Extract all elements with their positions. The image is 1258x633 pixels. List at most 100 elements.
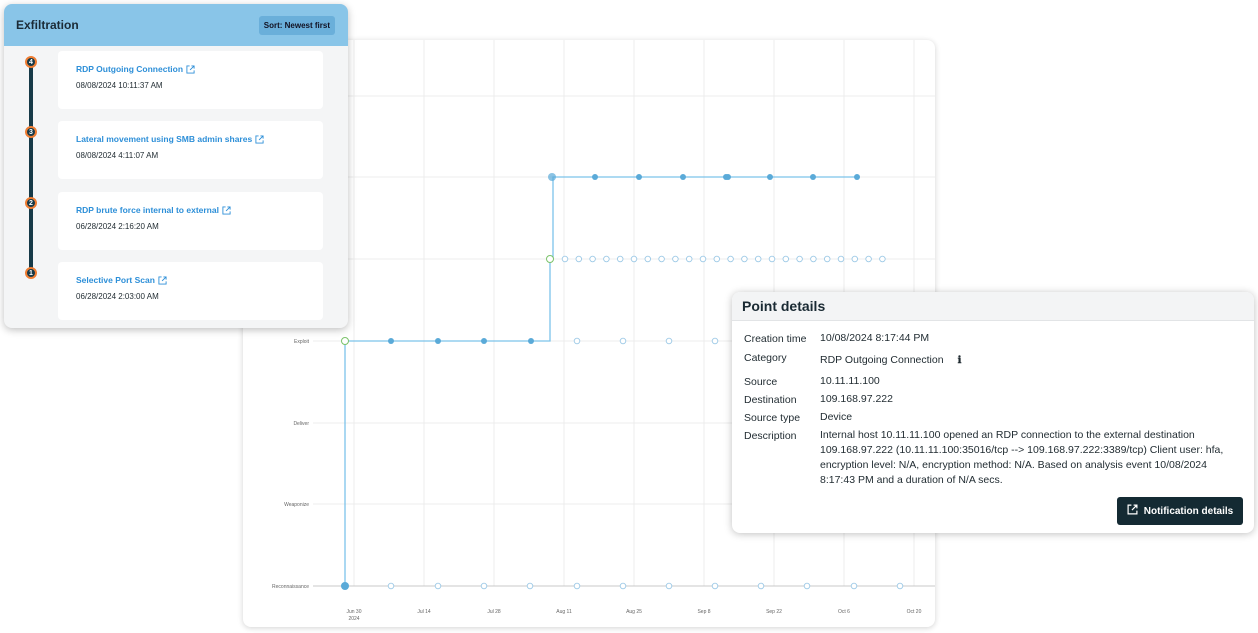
chart-point-hollow: [727, 255, 734, 263]
x-tick-label: Sep 8: [697, 609, 710, 615]
source-label: Source: [744, 376, 778, 388]
destination-value: 109.168.97.222: [820, 393, 893, 405]
chart-point: [854, 174, 860, 180]
panel-title: Exfiltration: [16, 18, 79, 32]
description-value: Internal host 10.11.11.100 opened an RDP…: [820, 428, 1250, 488]
category-value-row: RDP Outgoing Connection ℹ: [820, 353, 961, 368]
chart-point-hollow: [851, 255, 859, 263]
event-time: 08/08/2024 4:11:07 AM: [76, 151, 159, 160]
chart-point-hollow: [810, 255, 817, 263]
notification-details-button[interactable]: Notification details: [1117, 497, 1243, 525]
chart-point-hollow: [616, 255, 624, 263]
timeline-line: [29, 66, 33, 274]
chart-point-hollow: [713, 255, 721, 263]
chart-point-hollow: [603, 255, 610, 263]
chart-point-selected: [341, 337, 349, 345]
event-link[interactable]: RDP brute force internal to external: [76, 205, 231, 215]
chart-point: [725, 174, 731, 180]
event-card[interactable]: Lateral movement using SMB admin shares …: [58, 121, 323, 179]
y-tick-label: Exploit: [294, 339, 310, 345]
description-line: Internal host 10.11.11.100 opened an RDP…: [820, 429, 1195, 441]
chart-point-hollow: [526, 582, 534, 590]
chart-point-hollow: [589, 255, 596, 263]
chart-point-hollow: [665, 337, 673, 345]
info-icon[interactable]: ℹ: [958, 355, 962, 366]
external-link-icon: [186, 64, 195, 74]
chart-point-hollow: [896, 582, 904, 590]
source-value: 10.11.11.100: [820, 375, 880, 387]
step-marker: 2: [25, 197, 37, 209]
chart-point-hollow: [619, 337, 627, 345]
chart-point-hollow: [699, 255, 707, 263]
category-label: Category: [744, 352, 787, 364]
source-type-value: Device: [820, 411, 853, 423]
x-tick-label: Aug 11: [556, 609, 572, 615]
chart-point-origin: [341, 582, 349, 590]
description-line: 8:17:43 PM and a duration of N/A secs.: [820, 474, 1003, 486]
category-value: RDP Outgoing Connection: [820, 354, 944, 366]
chart-point-hollow: [561, 255, 569, 263]
chart-point-hollow: [782, 255, 790, 263]
chart-point-hollow: [754, 255, 762, 263]
y-tick-label: Reconnaissance: [272, 584, 309, 590]
event-link[interactable]: Selective Port Scan: [76, 275, 167, 285]
event-title: RDP Outgoing Connection: [76, 64, 184, 74]
event-card[interactable]: Selective Port Scan 06/28/2024 2:03:00 A…: [58, 262, 323, 320]
source-type-label: Source type: [744, 412, 801, 424]
exfiltration-panel: Exfiltration Sort: Newest first 4 RDP Ou…: [4, 4, 348, 328]
x-tick-label: Sep 22: [766, 609, 782, 615]
x-tick-year: 2024: [348, 616, 359, 622]
chart-point-hollow: [644, 255, 652, 263]
external-link-icon: [1127, 504, 1138, 518]
notification-details-label: Notification details: [1143, 505, 1234, 517]
y-tick-label: Deliver: [293, 421, 309, 427]
chart-point-hollow: [387, 582, 395, 590]
creation-time-label: Creation time: [744, 333, 807, 345]
point-details-panel: Point details Creation time 10/08/2024 8…: [732, 292, 1254, 533]
event-card[interactable]: RDP brute force internal to external 06/…: [58, 192, 323, 250]
chart-point-hollow: [575, 255, 583, 263]
chart-point: [388, 338, 394, 344]
exfiltration-header: Exfiltration Sort: Newest first: [4, 4, 348, 46]
description-line: 109.168.97.222 (10.11.11.100:35016/tcp -…: [820, 444, 1224, 456]
event-title: RDP brute force internal to external: [76, 205, 219, 215]
event-title: Lateral movement using SMB admin shares: [76, 134, 253, 144]
chart-point-hollow: [850, 582, 858, 590]
chart-point: [680, 174, 686, 180]
chart-point: [481, 338, 487, 344]
sort-button[interactable]: Sort: Newest first: [258, 15, 335, 35]
event-title: Selective Port Scan: [76, 275, 155, 285]
chart-point-hollow: [711, 582, 719, 590]
details-title: Point details: [732, 292, 1254, 321]
x-tick-label: Oct 6: [838, 609, 850, 615]
chart-point-hollow: [757, 582, 765, 590]
chart-point-hollow: [658, 255, 665, 263]
destination-label: Destination: [744, 394, 797, 406]
external-link-icon: [222, 205, 231, 215]
chart-point-hollow: [685, 255, 693, 263]
chart-point-hollow: [630, 255, 638, 263]
x-tick-label: Oct 20: [907, 609, 922, 615]
description-label: Description: [744, 430, 797, 442]
event-time: 06/28/2024 2:16:20 AM: [76, 222, 159, 231]
chart-point: [528, 338, 534, 344]
step-marker: 1: [25, 267, 37, 279]
chart-point-hollow: [672, 255, 679, 263]
event-card[interactable]: RDP Outgoing Connection 08/08/2024 10:11…: [58, 51, 323, 109]
chart-point-hollow: [837, 255, 845, 263]
chart-point-hollow: [823, 255, 831, 263]
chart-point-hollow: [879, 255, 886, 263]
event-link[interactable]: RDP Outgoing Connection: [76, 64, 195, 74]
chart-point: [592, 174, 598, 180]
chart-point-hollow: [796, 255, 803, 263]
chart-point: [810, 174, 816, 180]
event-time: 08/08/2024 10:11:37 AM: [76, 81, 163, 90]
chart-point: [435, 338, 441, 344]
event-link[interactable]: Lateral movement using SMB admin shares: [76, 134, 264, 144]
external-link-icon: [255, 134, 264, 144]
chart-point-hollow: [573, 337, 581, 345]
x-tick-label: Jul 28: [487, 609, 501, 615]
chart-point-hollow: [480, 582, 488, 590]
chart-point-hollow: [434, 582, 442, 590]
chart-point-hollow: [573, 582, 581, 590]
